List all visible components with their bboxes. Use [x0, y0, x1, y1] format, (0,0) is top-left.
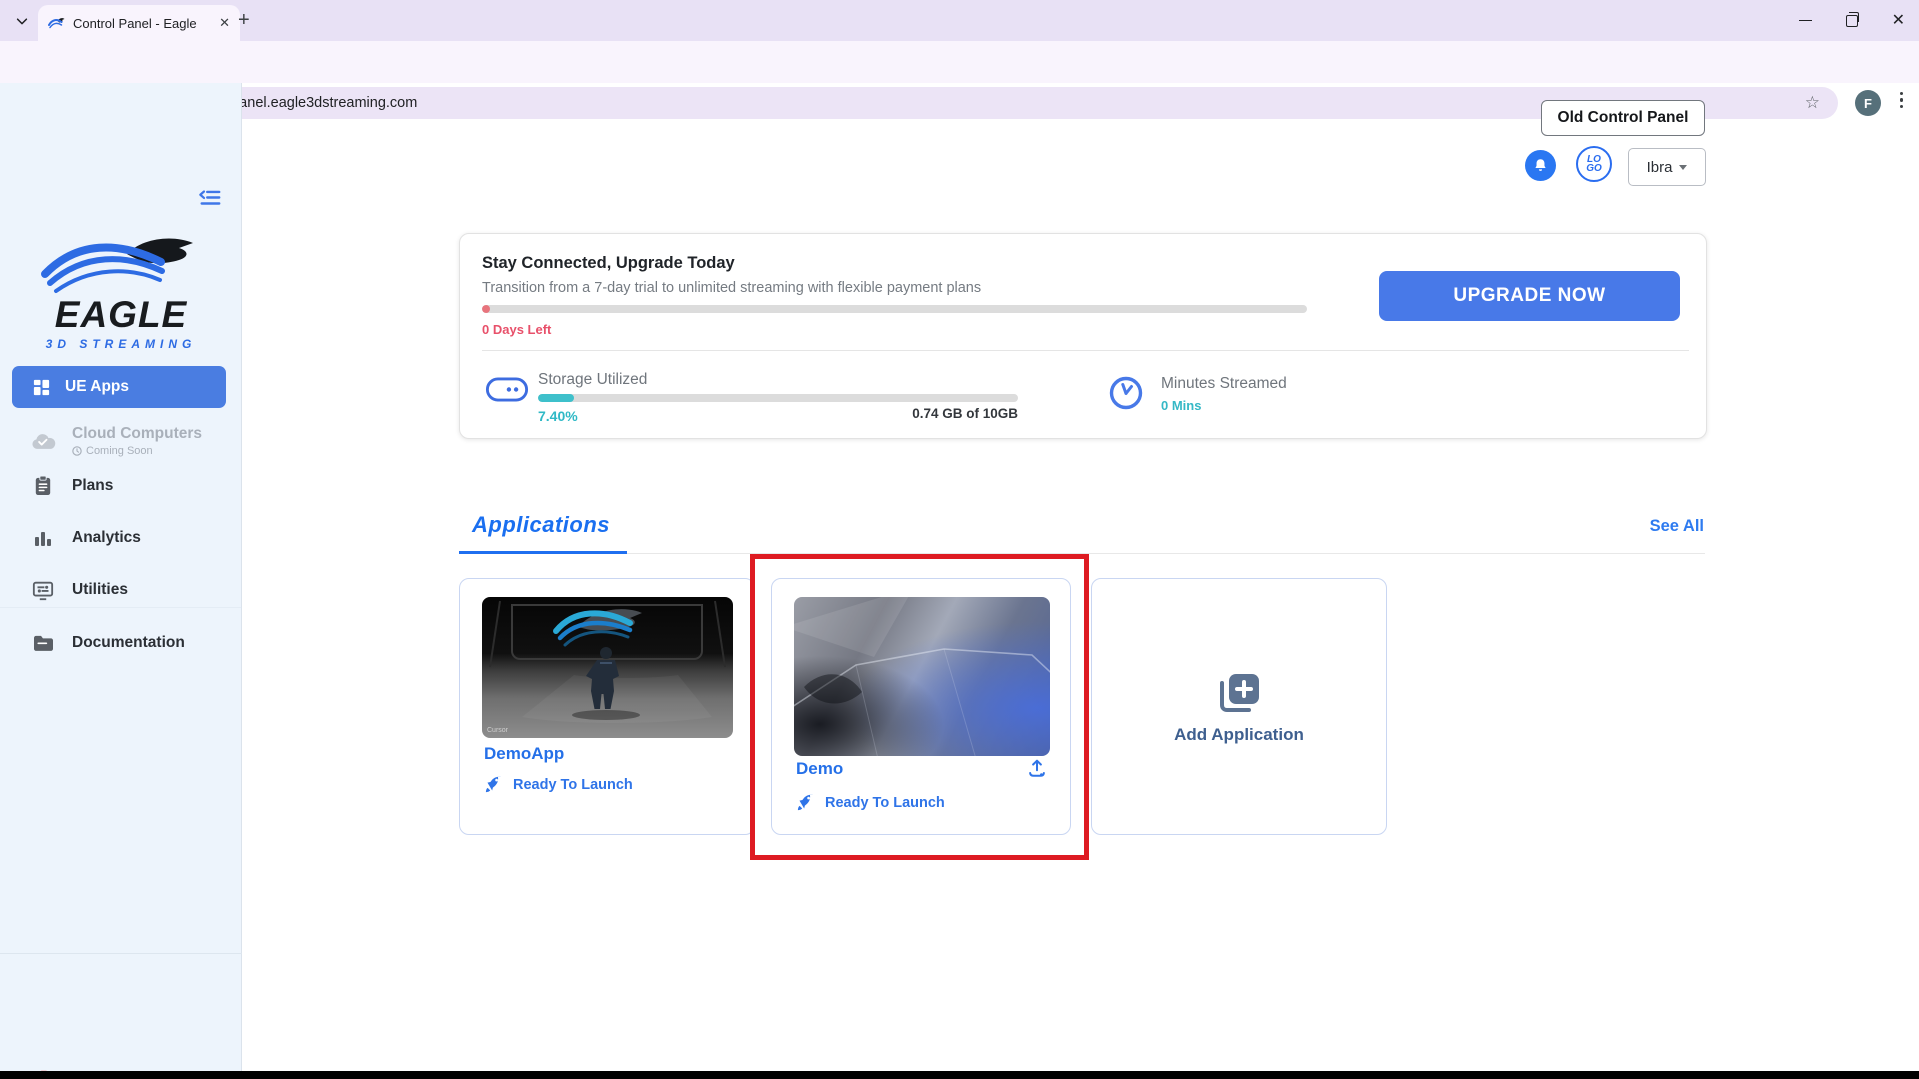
user-name: Ibra: [1647, 159, 1673, 176]
banner-divider: [482, 350, 1689, 351]
add-application-card[interactable]: Add Application: [1091, 578, 1387, 835]
app-status: Ready To Launch: [796, 793, 945, 812]
bookmark-star-icon[interactable]: ☆: [1805, 93, 1820, 113]
app-thumbnail[interactable]: [794, 597, 1050, 756]
old-control-panel-button[interactable]: Old Control Panel: [1541, 100, 1705, 136]
clock-icon: [1108, 375, 1144, 416]
tab-favicon-eagle-icon: [48, 16, 65, 30]
sidebar-divider: [0, 607, 242, 608]
user-menu-button[interactable]: Ibra: [1628, 148, 1706, 186]
app-status: Ready To Launch: [484, 775, 633, 794]
sidebar-item-label: UE Apps: [65, 378, 129, 396]
applications-section-title: Applications: [472, 512, 610, 538]
storage-icon: [485, 375, 529, 409]
new-tab-button[interactable]: +: [238, 10, 250, 30]
brand-name: EAGLE: [0, 294, 242, 336]
sidebar-item-plans[interactable]: Plans: [0, 466, 242, 506]
tab-title: Control Panel - Eagle: [73, 16, 211, 31]
clipboard-icon: [30, 475, 56, 497]
app-thumbnail[interactable]: Cursor: [482, 597, 733, 738]
minutes-streamed-value: 0 Mins: [1161, 398, 1201, 413]
storage-progress-bar: [538, 394, 1018, 402]
chevron-down-icon: [1679, 165, 1687, 170]
days-left-label: 0 Days Left: [482, 322, 551, 337]
applications-title-underline: [459, 551, 627, 554]
thumbnail-watermark: Cursor: [487, 727, 508, 734]
storage-progress-fill: [538, 394, 574, 402]
minutes-streamed-label: Minutes Streamed: [1161, 375, 1287, 393]
eagle-logo: EAGLE 3D STREAMING: [0, 233, 242, 351]
notifications-button[interactable]: [1525, 150, 1556, 181]
sidebar-item-analytics[interactable]: Analytics: [0, 518, 242, 558]
applications-header-divider: [459, 553, 1705, 554]
bell-icon: [1532, 157, 1549, 174]
window-close-button[interactable]: ✕: [1892, 13, 1905, 29]
coming-soon-badge: Coming Soon: [72, 445, 202, 457]
brand-tagline: 3D STREAMING: [0, 337, 242, 351]
upgrade-banner-card: Stay Connected, Upgrade Today Transition…: [459, 233, 1707, 439]
window-restore-button[interactable]: [1846, 15, 1858, 27]
browser-tab[interactable]: Control Panel - Eagle ✕: [38, 5, 240, 41]
sidebar-collapse-icon[interactable]: [198, 187, 222, 213]
sidebar-item-cloud-computers[interactable]: Cloud Computers Coming Soon: [0, 421, 242, 461]
app-card-demoapp[interactable]: Cursor DemoApp Ready To Launch: [459, 578, 755, 835]
app-card-demo[interactable]: Demo Ready To Launch: [771, 578, 1071, 835]
storage-usage: 0.74 GB of 10GB: [818, 406, 1018, 421]
trial-progress-bar: [482, 305, 1307, 313]
sidebar-item-utilities[interactable]: Utilities: [0, 570, 242, 610]
rocket-icon: [796, 793, 815, 812]
storage-percent: 7.40%: [538, 408, 578, 424]
upgrade-now-button[interactable]: UPGRADE NOW: [1379, 271, 1680, 321]
sidebar-item-label: Plans: [72, 477, 113, 495]
eagle-logo-icon: [40, 233, 202, 295]
sidebar-item-label: Analytics: [72, 529, 141, 547]
browser-window: Control Panel - Eagle ✕ + ✕ newcontrolpa…: [0, 0, 1919, 1079]
small-clock-icon: [72, 446, 82, 456]
browser-profile-avatar[interactable]: F: [1855, 90, 1881, 116]
banner-subtitle: Transition from a 7-day trial to unlimit…: [482, 280, 981, 296]
rocket-icon: [484, 775, 503, 794]
org-logo-avatar[interactable]: LOGO: [1576, 146, 1612, 182]
banner-title: Stay Connected, Upgrade Today: [482, 254, 735, 273]
app-name[interactable]: DemoApp: [484, 744, 564, 764]
window-minimize-button[interactable]: [1799, 20, 1812, 21]
bar-chart-icon: [30, 528, 56, 548]
browser-menu-icon[interactable]: [1900, 92, 1903, 108]
app-name[interactable]: Demo: [796, 759, 843, 779]
bottom-black-bar: [0, 1071, 1919, 1079]
storage-label: Storage Utilized: [538, 371, 647, 389]
monitor-sliders-icon: [30, 580, 56, 601]
sidebar-item-label: Utilities: [72, 581, 128, 599]
sidebar-item-label: Documentation: [72, 634, 185, 652]
folder-icon: [30, 634, 56, 653]
grid-icon: [32, 378, 51, 397]
sidebar-divider: [0, 953, 242, 954]
cloud-check-icon: [30, 432, 56, 451]
add-application-icon: [1215, 669, 1263, 717]
upload-icon[interactable]: [1026, 757, 1048, 784]
sidebar: EAGLE 3D STREAMING UE Apps Cloud Compute…: [0, 83, 242, 1071]
tab-close-icon[interactable]: ✕: [219, 15, 230, 31]
browser-tab-strip: Control Panel - Eagle ✕ + ✕: [0, 0, 1919, 41]
browser-toolbar: newcontrolpanel.eagle3dstreaming.com ☆ F: [0, 41, 1919, 83]
sidebar-item-ue-apps[interactable]: UE Apps: [12, 366, 226, 408]
see-all-link[interactable]: See All: [1604, 517, 1704, 536]
add-application-label: Add Application: [1174, 725, 1304, 745]
sidebar-item-documentation[interactable]: Documentation: [0, 623, 242, 663]
tab-search-button[interactable]: [8, 7, 36, 35]
sidebar-item-label: Cloud Computers Coming Soon: [72, 425, 202, 457]
